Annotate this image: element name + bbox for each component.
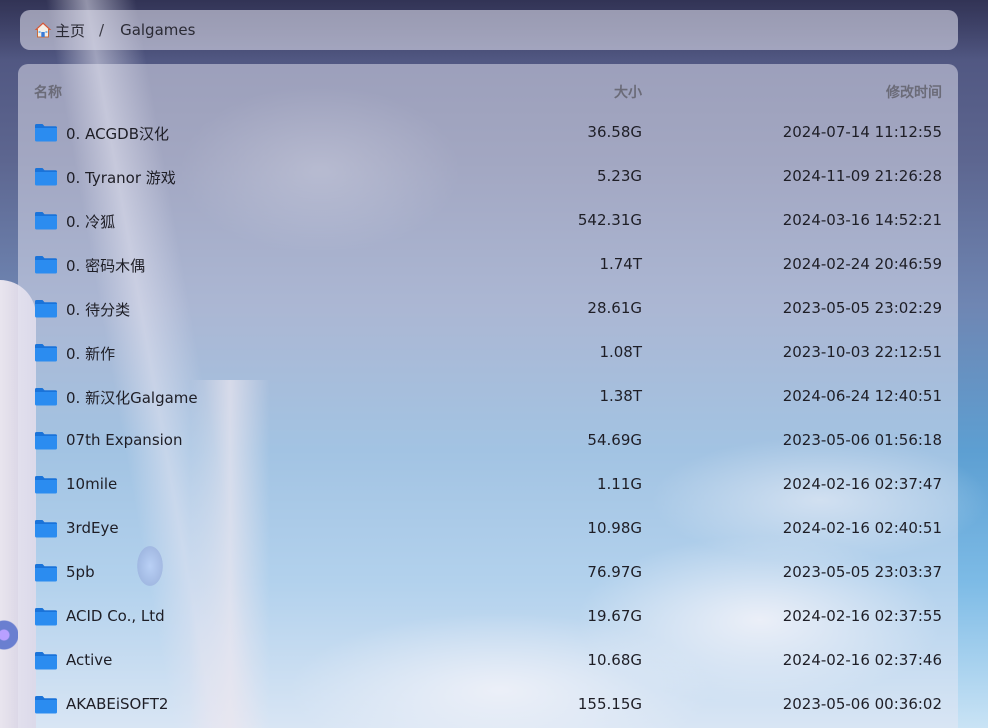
file-name: 0. 新作 — [66, 345, 116, 363]
file-name: AKABEiSOFT2 — [66, 695, 169, 713]
folder-icon — [34, 475, 58, 494]
table-row[interactable]: 5pb 76.97G 2023-05-05 23:03:37 — [18, 551, 958, 595]
table-row[interactable]: 0. 冷狐 542.31G 2024-03-16 14:52:21 — [18, 199, 958, 243]
file-modified: 2023-05-06 01:56:18 — [782, 431, 942, 449]
file-name: 3rdEye — [66, 519, 119, 537]
file-size: 155.15G — [577, 695, 642, 713]
column-header-modified[interactable]: 修改时间 — [886, 82, 942, 102]
file-modified: 2024-03-16 14:52:21 — [782, 211, 942, 229]
folder-icon — [34, 167, 58, 186]
file-name: 0. 新汉化Galgame — [66, 389, 198, 407]
file-size: 54.69G — [587, 431, 642, 449]
folder-icon — [34, 255, 58, 274]
breadcrumb: 主页 / Galgames — [20, 10, 958, 50]
breadcrumb-current[interactable]: Galgames — [120, 21, 195, 39]
file-list-panel: 名称 大小 修改时间 0. ACGDB汉化 36.58G 2024-07-14 … — [18, 64, 958, 728]
file-size: 1.74T — [599, 255, 642, 273]
file-size: 542.31G — [577, 211, 642, 229]
file-modified: 2024-02-16 02:37:46 — [782, 651, 942, 669]
file-modified: 2024-02-16 02:37:47 — [782, 475, 942, 493]
folder-icon — [34, 211, 58, 230]
folder-icon — [34, 387, 58, 406]
folder-icon — [34, 651, 58, 670]
folder-icon — [34, 343, 58, 362]
file-modified: 2023-05-05 23:03:37 — [782, 563, 942, 581]
file-modified: 2024-06-24 12:40:51 — [782, 387, 942, 405]
column-header-size[interactable]: 大小 — [614, 82, 642, 102]
file-size: 10.98G — [587, 519, 642, 537]
file-size: 36.58G — [587, 123, 642, 141]
folder-icon — [34, 299, 58, 318]
background-art-eye — [0, 605, 18, 665]
file-size: 28.61G — [587, 299, 642, 317]
file-name: 5pb — [66, 563, 95, 581]
folder-icon — [34, 431, 58, 450]
table-row[interactable]: ACID Co., Ltd 19.67G 2024-02-16 02:37:55 — [18, 595, 958, 639]
breadcrumb-home-link[interactable]: 主页 — [34, 20, 85, 41]
file-name: Active — [66, 651, 113, 669]
file-modified: 2024-02-24 20:46:59 — [782, 255, 942, 273]
table-row[interactable]: 0. 新汉化Galgame 1.38T 2024-06-24 12:40:51 — [18, 375, 958, 419]
table-row[interactable]: 0. 新作 1.08T 2023-10-03 22:12:51 — [18, 331, 958, 375]
file-name: 0. Tyranor 游戏 — [66, 169, 176, 187]
folder-icon — [34, 563, 58, 582]
table-row[interactable]: Active 10.68G 2024-02-16 02:37:46 — [18, 639, 958, 683]
file-modified: 2024-02-16 02:37:55 — [782, 607, 942, 625]
file-modified: 2023-05-06 00:36:02 — [782, 695, 942, 713]
table-row[interactable]: 07th Expansion 54.69G 2023-05-06 01:56:1… — [18, 419, 958, 463]
file-modified: 2023-05-05 23:02:29 — [782, 299, 942, 317]
file-list: 0. ACGDB汉化 36.58G 2024-07-14 11:12:55 0.… — [18, 111, 958, 727]
file-size: 1.08T — [599, 343, 642, 361]
table-row[interactable]: AKABEiSOFT2 155.15G 2023-05-06 00:36:02 — [18, 683, 958, 727]
file-modified: 2023-10-03 22:12:51 — [782, 343, 942, 361]
table-row[interactable]: 0. 待分类 28.61G 2023-05-05 23:02:29 — [18, 287, 958, 331]
home-icon — [34, 21, 52, 39]
file-name: 07th Expansion — [66, 431, 183, 449]
file-name: 0. 密码木偶 — [66, 257, 146, 275]
folder-icon — [34, 123, 58, 142]
table-row[interactable]: 3rdEye 10.98G 2024-02-16 02:40:51 — [18, 507, 958, 551]
table-header: 名称 大小 修改时间 — [18, 78, 958, 104]
table-row[interactable]: 10mile 1.11G 2024-02-16 02:37:47 — [18, 463, 958, 507]
file-name: 0. 待分类 — [66, 301, 131, 319]
file-name: 0. ACGDB汉化 — [66, 125, 170, 143]
file-size: 10.68G — [587, 651, 642, 669]
file-modified: 2024-11-09 21:26:28 — [782, 167, 942, 185]
file-size: 5.23G — [596, 167, 642, 185]
file-name: 0. 冷狐 — [66, 213, 116, 231]
file-size: 1.11G — [596, 475, 642, 493]
breadcrumb-separator: / — [99, 21, 105, 39]
folder-icon — [34, 695, 58, 714]
file-size: 19.67G — [587, 607, 642, 625]
folder-icon — [34, 607, 58, 626]
folder-icon — [34, 519, 58, 538]
table-row[interactable]: 0. 密码木偶 1.74T 2024-02-24 20:46:59 — [18, 243, 958, 287]
table-row[interactable]: 0. Tyranor 游戏 5.23G 2024-11-09 21:26:28 — [18, 155, 958, 199]
table-row[interactable]: 0. ACGDB汉化 36.58G 2024-07-14 11:12:55 — [18, 111, 958, 155]
file-size: 76.97G — [587, 563, 642, 581]
breadcrumb-home-label: 主页 — [55, 21, 86, 40]
column-header-name[interactable]: 名称 — [34, 82, 62, 102]
file-modified: 2024-02-16 02:40:51 — [782, 519, 942, 537]
file-size: 1.38T — [599, 387, 642, 405]
file-name: ACID Co., Ltd — [66, 607, 165, 625]
file-name: 10mile — [66, 475, 118, 493]
file-modified: 2024-07-14 11:12:55 — [782, 123, 942, 141]
